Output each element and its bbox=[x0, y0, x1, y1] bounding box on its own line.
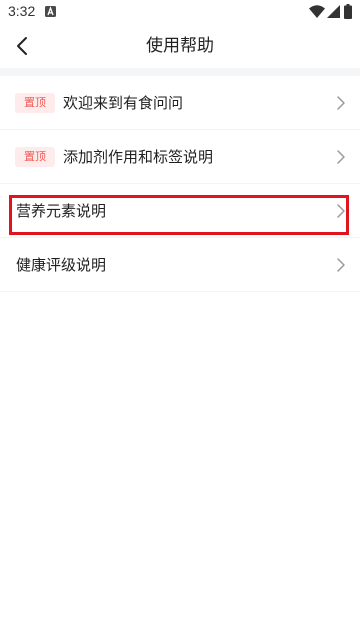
help-item-welcome[interactable]: 置顶 欢迎来到有食问问 bbox=[0, 76, 360, 130]
notification-a-icon bbox=[45, 6, 56, 17]
help-item-health-rating[interactable]: 健康评级说明 bbox=[0, 238, 360, 292]
header-divider bbox=[0, 68, 360, 76]
chevron-right-icon bbox=[337, 96, 345, 110]
chevron-right-icon bbox=[337, 258, 345, 272]
help-item-label: 添加剂作用和标签说明 bbox=[63, 148, 214, 166]
signal-icon bbox=[327, 5, 340, 18]
help-item-nutrients[interactable]: 营养元素说明 bbox=[0, 184, 360, 238]
help-item-label: 欢迎来到有食问问 bbox=[63, 94, 184, 112]
battery-icon bbox=[344, 4, 352, 19]
chevron-right-icon bbox=[337, 204, 345, 218]
status-time: 3:32 bbox=[8, 3, 36, 19]
pinned-badge: 置顶 bbox=[15, 147, 55, 167]
help-item-additives[interactable]: 置顶 添加剂作用和标签说明 bbox=[0, 130, 360, 184]
list-divider bbox=[0, 291, 360, 292]
help-item-label: 健康评级说明 bbox=[16, 256, 107, 274]
help-list: 置顶 欢迎来到有食问问 置顶 添加剂作用和标签说明 营养元素说明 健康评级说明 bbox=[0, 76, 360, 292]
chevron-right-icon bbox=[337, 150, 345, 164]
page-title: 使用帮助 bbox=[146, 36, 214, 56]
back-arrow-icon bbox=[17, 37, 27, 55]
status-bar: 3:32 bbox=[0, 0, 360, 24]
back-button[interactable] bbox=[8, 30, 38, 62]
wifi-icon bbox=[309, 5, 325, 18]
help-item-label: 营养元素说明 bbox=[16, 202, 107, 220]
app-bar: 使用帮助 bbox=[0, 24, 360, 68]
pinned-badge: 置顶 bbox=[15, 93, 55, 113]
